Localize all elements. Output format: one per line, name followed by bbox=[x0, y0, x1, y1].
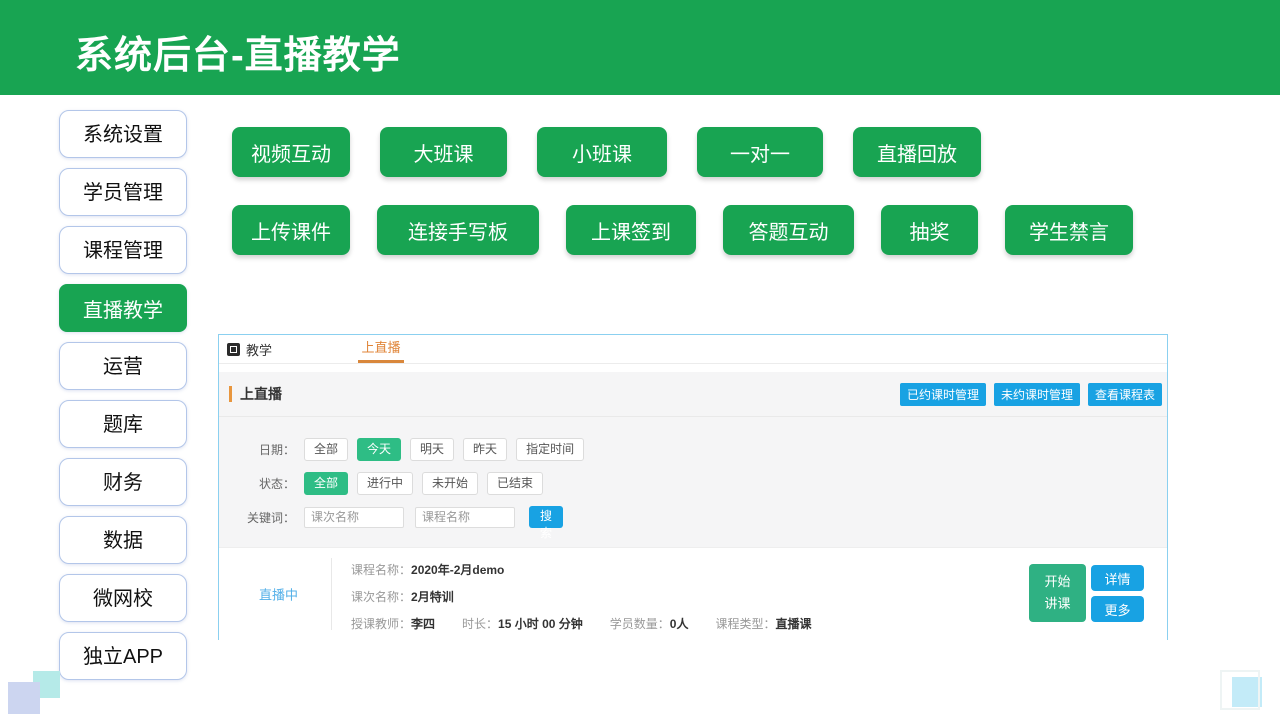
status-chip-ended[interactable]: 已结束 bbox=[487, 472, 543, 495]
panel-tabbar: 教学 上直播 bbox=[219, 335, 1167, 364]
teacher-label: 授课教师： bbox=[351, 618, 411, 630]
duration-value: 15 小时 00 分钟 bbox=[498, 618, 583, 630]
filter-row-status: 状态： 全部 进行中 未开始 已结束 bbox=[246, 472, 1167, 495]
filter-row-keyword: 关键词： 搜索 bbox=[246, 506, 1167, 528]
section-title-accent-bar bbox=[229, 386, 232, 402]
feature-row-2: 上传课件 连接手写板 上课签到 答题互动 抽奖 学生禁言 bbox=[232, 205, 1160, 255]
teacher-pair: 授课教师： 李四 bbox=[351, 618, 435, 630]
course-name-value: 2020年-2月demo bbox=[411, 564, 504, 576]
feature-mute-students[interactable]: 学生禁言 bbox=[1005, 205, 1133, 255]
section-header-row: 上直播 已约课时管理 未约课时管理 查看课程表 bbox=[219, 372, 1167, 417]
course-type-value: 直播课 bbox=[775, 618, 811, 630]
decor-square-outline-right bbox=[1220, 670, 1260, 710]
app-label: 教学 bbox=[246, 340, 272, 359]
teacher-value: 李四 bbox=[411, 618, 435, 630]
status-chip-not-started[interactable]: 未开始 bbox=[422, 472, 478, 495]
decor-square-lavender-left bbox=[8, 682, 40, 714]
tabbar-spacer bbox=[219, 364, 1167, 372]
status-chip-in-progress[interactable]: 进行中 bbox=[357, 472, 413, 495]
feature-one-on-one[interactable]: 一对一 bbox=[697, 127, 823, 177]
list-item-divider bbox=[331, 558, 332, 630]
sidebar-item-live-teaching[interactable]: 直播教学 bbox=[59, 284, 187, 332]
status-chip-all[interactable]: 全部 bbox=[304, 472, 348, 495]
search-button[interactable]: 搜索 bbox=[529, 506, 563, 528]
course-list: 直播中 课程名称： 2020年-2月demo 课次名称： 2月特训 授课教师： … bbox=[219, 547, 1167, 640]
sidebar-item-student-management[interactable]: 学员管理 bbox=[59, 168, 187, 216]
date-chip-yesterday[interactable]: 昨天 bbox=[463, 438, 507, 461]
section-actions: 已约课时管理 未约课时管理 查看课程表 bbox=[892, 383, 1162, 406]
course-name-input[interactable] bbox=[415, 507, 515, 528]
feature-quiz-interaction[interactable]: 答题互动 bbox=[723, 205, 854, 255]
teaching-app-icon bbox=[227, 343, 240, 356]
sidebar-item-operations[interactable]: 运营 bbox=[59, 342, 187, 390]
lesson-name-input[interactable] bbox=[304, 507, 404, 528]
student-count-label: 学员数量： bbox=[610, 618, 670, 630]
date-chip-tomorrow[interactable]: 明天 bbox=[410, 438, 454, 461]
feature-live-replay[interactable]: 直播回放 bbox=[853, 127, 981, 177]
duration-pair: 时长： 15 小时 00 分钟 bbox=[462, 618, 583, 630]
booked-lessons-button[interactable]: 已约课时管理 bbox=[900, 383, 986, 406]
date-chip-today[interactable]: 今天 bbox=[357, 438, 401, 461]
course-details: 课程名称： 2020年-2月demo 课次名称： 2月特训 授课教师： 李四 时… bbox=[351, 564, 838, 645]
sidebar: 系统设置 学员管理 课程管理 直播教学 运营 题库 财务 数据 微网校 独立AP… bbox=[59, 110, 187, 690]
live-status-badge: 直播中 bbox=[259, 585, 298, 604]
section-title: 上直播 bbox=[240, 384, 282, 404]
course-name-label: 课程名称： bbox=[351, 564, 411, 576]
feature-class-checkin[interactable]: 上课签到 bbox=[566, 205, 696, 255]
feature-row-1: 视频互动 大班课 小班课 一对一 直播回放 bbox=[232, 127, 1011, 177]
course-type-label: 课程类型： bbox=[715, 618, 775, 630]
live-class-panel: 教学 上直播 上直播 已约课时管理 未约课时管理 查看课程表 日期： 全部 今天 bbox=[218, 334, 1168, 640]
feature-upload-courseware[interactable]: 上传课件 bbox=[232, 205, 350, 255]
course-name-row: 课程名称： 2020年-2月demo bbox=[351, 564, 838, 576]
feature-video-interaction[interactable]: 视频互动 bbox=[232, 127, 350, 177]
feature-small-class[interactable]: 小班课 bbox=[537, 127, 667, 177]
filter-status-label: 状态： bbox=[246, 475, 295, 492]
page-title: 系统后台-直播教学 bbox=[0, 0, 1280, 79]
date-chip-all[interactable]: 全部 bbox=[304, 438, 348, 461]
lesson-name-row: 课次名称： 2月特训 bbox=[351, 591, 838, 603]
start-teaching-button[interactable]: 开始讲课 bbox=[1029, 564, 1086, 622]
sidebar-item-course-management[interactable]: 课程管理 bbox=[59, 226, 187, 274]
header-banner: 系统后台-直播教学 bbox=[0, 0, 1280, 95]
page: 系统后台-直播教学 系统设置 学员管理 课程管理 直播教学 运营 题库 财务 数… bbox=[0, 0, 1280, 720]
filter-row-date: 日期： 全部 今天 明天 昨天 指定时间 bbox=[246, 438, 1167, 461]
filter-date-label: 日期： bbox=[246, 441, 295, 458]
sidebar-item-data[interactable]: 数据 bbox=[59, 516, 187, 564]
duration-label: 时长： bbox=[462, 618, 498, 630]
course-type-pair: 课程类型： 直播课 bbox=[715, 618, 811, 630]
date-chip-custom-time[interactable]: 指定时间 bbox=[516, 438, 584, 461]
feature-large-class[interactable]: 大班课 bbox=[380, 127, 507, 177]
filters: 日期： 全部 今天 明天 昨天 指定时间 状态： 全部 进行中 未开始 已结束 … bbox=[219, 417, 1167, 528]
lesson-name-value: 2月特训 bbox=[411, 591, 454, 603]
feature-lucky-draw[interactable]: 抽奖 bbox=[881, 205, 978, 255]
more-button[interactable]: 更多 bbox=[1091, 596, 1144, 622]
sidebar-item-standalone-app[interactable]: 独立APP bbox=[59, 632, 187, 680]
view-timetable-button[interactable]: 查看课程表 bbox=[1088, 383, 1162, 406]
sidebar-item-system-settings[interactable]: 系统设置 bbox=[59, 110, 187, 158]
sidebar-item-micro-school[interactable]: 微网校 bbox=[59, 574, 187, 622]
lesson-name-label: 课次名称： bbox=[351, 591, 411, 603]
sidebar-item-question-bank[interactable]: 题库 bbox=[59, 400, 187, 448]
filter-keyword-label: 关键词： bbox=[246, 509, 295, 526]
detail-button[interactable]: 详情 bbox=[1091, 565, 1144, 591]
student-count-value: 0人 bbox=[670, 618, 689, 630]
student-count-pair: 学员数量： 0人 bbox=[610, 618, 689, 630]
course-meta-row: 授课教师： 李四 时长： 15 小时 00 分钟 学员数量： 0人 课程类型： … bbox=[351, 618, 838, 630]
sidebar-item-finance[interactable]: 财务 bbox=[59, 458, 187, 506]
filter-zone: 上直播 已约课时管理 未约课时管理 查看课程表 日期： 全部 今天 明天 昨天 … bbox=[219, 372, 1167, 547]
feature-connect-tablet[interactable]: 连接手写板 bbox=[377, 205, 539, 255]
tab-go-live[interactable]: 上直播 bbox=[356, 335, 406, 361]
unbooked-lessons-button[interactable]: 未约课时管理 bbox=[994, 383, 1080, 406]
tab-active-underline bbox=[358, 360, 404, 363]
